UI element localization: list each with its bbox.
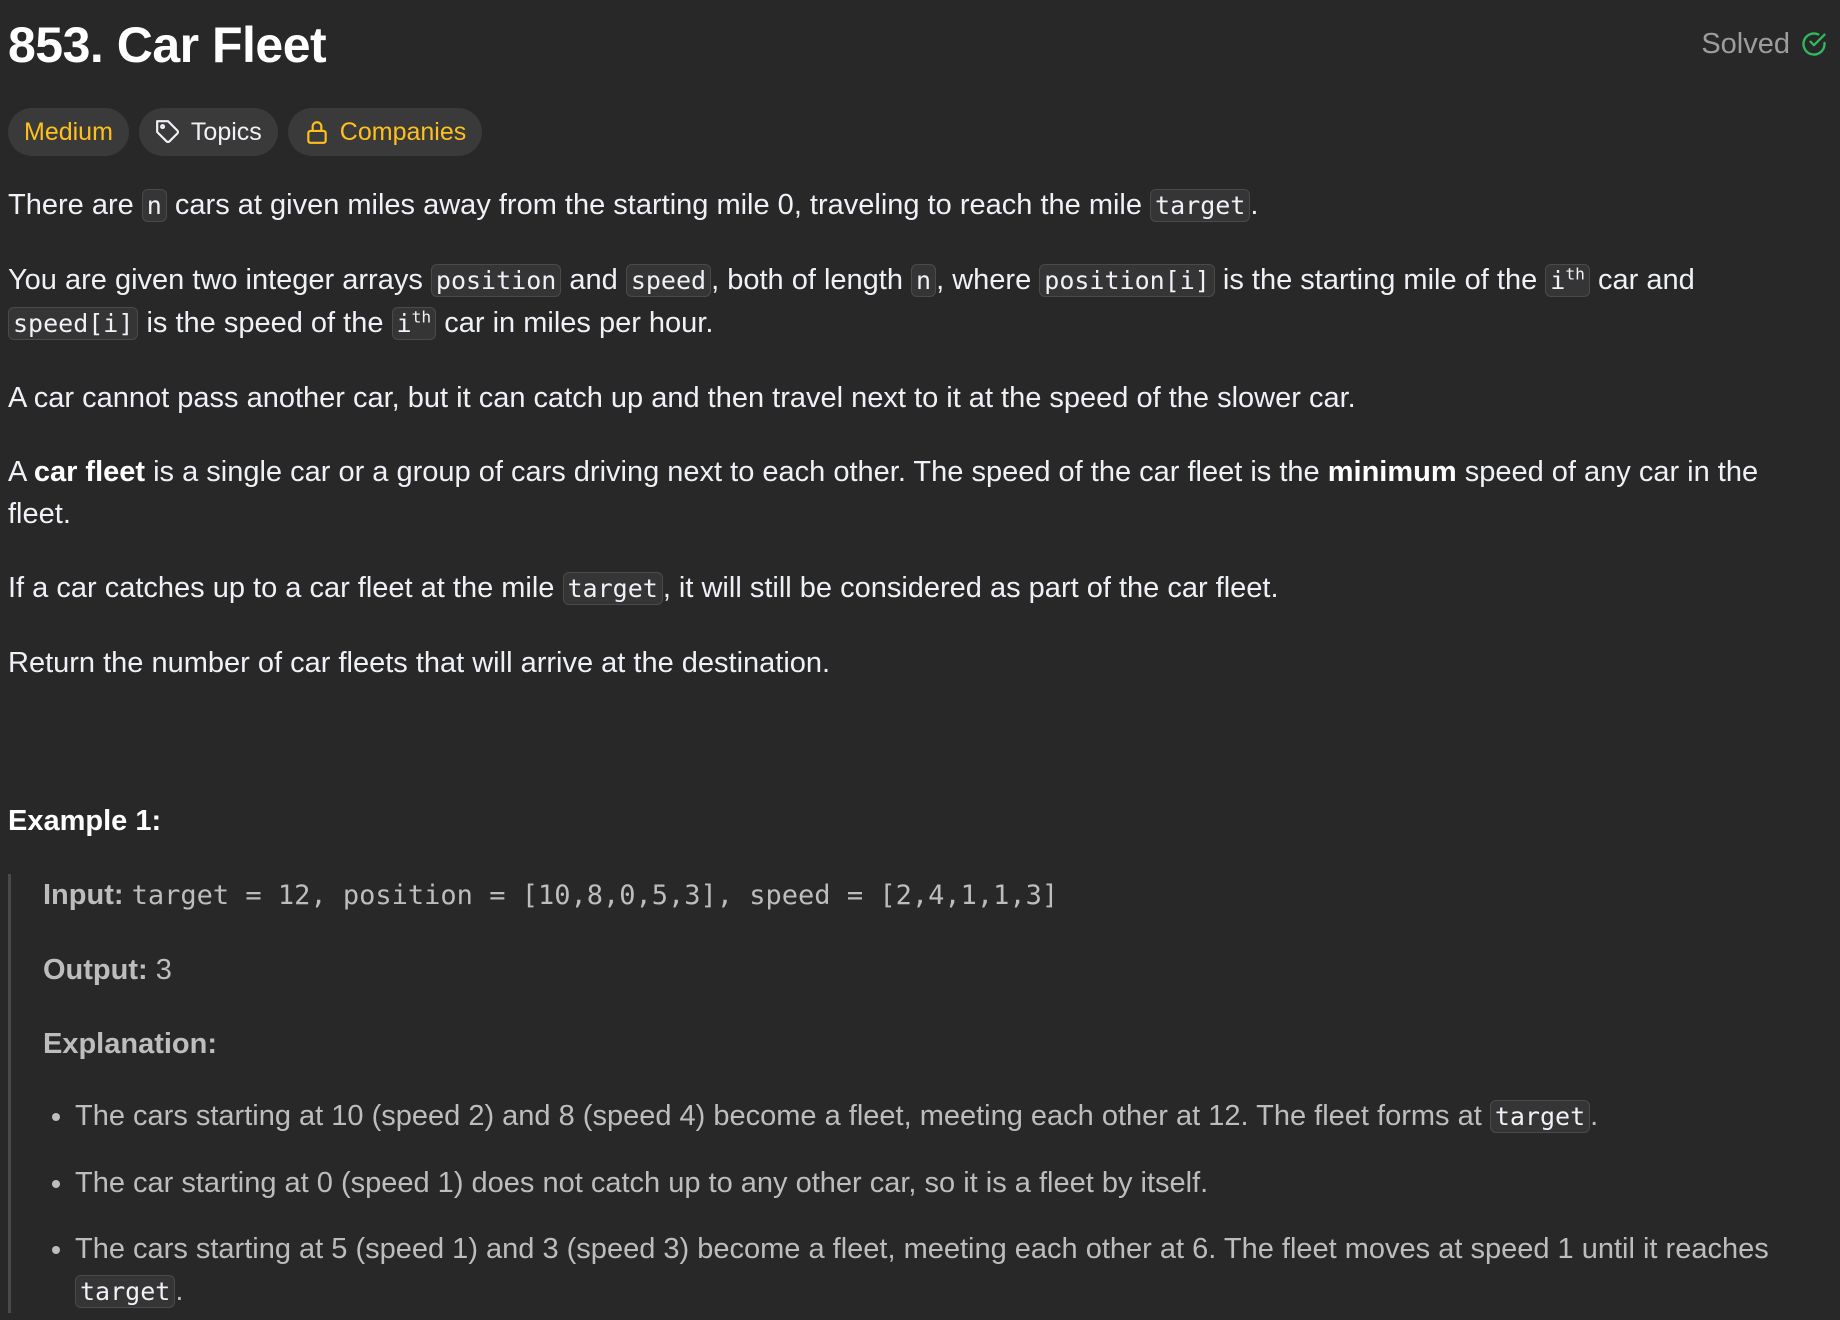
problem-title[interactable]: 853. Car Fleet (8, 14, 327, 76)
difficulty-badge[interactable]: Medium (8, 108, 129, 156)
inline-code: ith (1545, 264, 1590, 297)
topics-label: Topics (190, 118, 262, 146)
inline-code: position (430, 264, 562, 297)
tag-icon (156, 120, 179, 143)
topics-button[interactable]: Topics (138, 108, 278, 156)
problem-description: 853. Car Fleet Solved Medium Topics Comp… (8, 0, 1828, 1313)
example-output: Output: 3 (43, 954, 172, 986)
description-paragraph: Return the number of car fleets that wil… (8, 647, 831, 679)
explanation-list: The cars starting at 10 (speed 2) and 8 … (43, 1095, 1828, 1313)
inline-code: speed (625, 264, 712, 297)
inline-code: target (1150, 189, 1251, 222)
inline-code: position[i] (1039, 264, 1215, 297)
example-block: Input: target = 12, position = [10,8,0,5… (8, 874, 1828, 1313)
lock-icon (307, 121, 327, 144)
inline-code: speed[i] (8, 307, 139, 340)
inline-code: target (562, 572, 663, 605)
list-item: The cars starting at 10 (speed 2) and 8 … (75, 1095, 1828, 1138)
example-title: Example 1: (8, 805, 162, 837)
solved-label: Solved (1701, 28, 1790, 60)
inline-code: target (1489, 1100, 1591, 1133)
companies-button[interactable]: Companies (287, 108, 483, 156)
inline-code: n (141, 189, 167, 222)
example-explanation-label: Explanation: (43, 1028, 218, 1060)
inline-code: ith (391, 307, 437, 340)
check-circle-icon (1802, 32, 1826, 56)
inline-code: target (75, 1275, 176, 1308)
inline-code: n (911, 264, 937, 297)
description-paragraph: You are given two integer arrays positio… (8, 264, 1695, 340)
list-item: The cars starting at 5 (speed 1) and 3 (… (75, 1228, 1828, 1313)
description-paragraph: A car fleet is a single car or a group o… (8, 456, 1759, 530)
solved-status: Solved (1701, 24, 1828, 64)
title-row: 853. Car Fleet Solved (8, 0, 1828, 92)
description-paragraph: There are n cars at given miles away fro… (8, 189, 1259, 222)
list-item: The car starting at 0 (speed 1) does not… (75, 1162, 1828, 1204)
example-input: Input: target = 12, position = [10,8,0,5… (43, 879, 1059, 911)
tag-row: Medium Topics Companies (8, 108, 1828, 156)
companies-label: Companies (339, 118, 467, 146)
description-paragraph: A car cannot pass another car, but it ca… (8, 382, 1356, 414)
difficulty-label: Medium (24, 118, 113, 146)
description-paragraph: If a car catches up to a car fleet at th… (8, 572, 1279, 605)
